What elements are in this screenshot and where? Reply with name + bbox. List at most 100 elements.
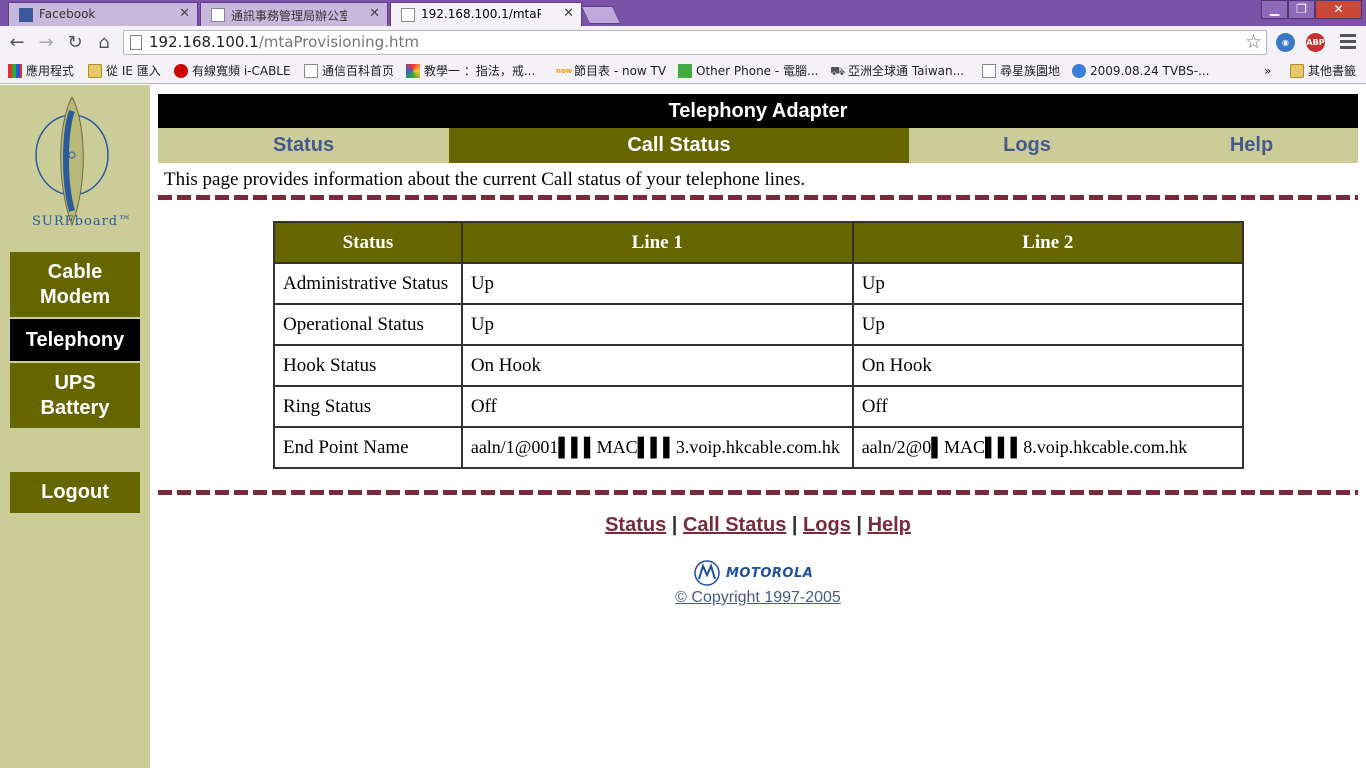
colorful-icon xyxy=(406,64,420,78)
bookmark-tongxin[interactable]: 通信百科首页 xyxy=(304,63,394,79)
sidebar-item-label: Telephony xyxy=(25,328,125,351)
column-header: Line 2 xyxy=(851,221,1245,264)
browser-tab-mta[interactable]: 192.168.100.1/mtaProvisioning.htm ✕ xyxy=(390,2,582,27)
line2-value: On Hook xyxy=(851,344,1245,387)
maximize-icon[interactable]: ❐ xyxy=(1288,0,1315,19)
bookmark-other-folder[interactable]: 其他書籤 xyxy=(1290,63,1356,79)
bookmark-asia[interactable]: ⛟ 亞洲全球通 Taiwan... xyxy=(830,63,964,79)
line2-value: Up xyxy=(851,303,1245,346)
page-icon xyxy=(982,64,996,78)
line2-value: Up xyxy=(851,262,1245,305)
line1-value: aaln/1@001▌▌▌MAC▌▌▌3.voip.hkcable.com.hk xyxy=(460,426,854,469)
bookmark-lesson[interactable]: 教學一 ：指法，戒... xyxy=(406,63,535,79)
browser-tabstrip: Facebook ✕ 通訊事務管理局辦公室寬頻... ✕ 192.168.100… xyxy=(0,0,1366,27)
row-label: Ring Status xyxy=(273,385,463,428)
table-row: Hook Status On Hook On Hook xyxy=(273,344,1245,387)
table-row: Administrative Status Up Up xyxy=(273,262,1245,305)
adblock-plus-icon[interactable]: ABP xyxy=(1306,33,1325,52)
bookmark-stars[interactable]: 尋星族園地 xyxy=(982,63,1060,79)
tab-title: Facebook xyxy=(39,7,96,21)
bookmark-star-icon[interactable]: ☆ xyxy=(1245,31,1262,53)
bookmarks-overflow-chevron[interactable]: » xyxy=(1250,63,1271,79)
page-icon xyxy=(130,35,142,50)
sidebar-item-label: Cable Modem xyxy=(40,260,110,308)
motorola-logo-icon xyxy=(694,560,720,586)
row-label: Administrative Status xyxy=(273,262,463,305)
footer-separator: | xyxy=(856,514,862,536)
url-text[interactable]: 192.168.100.1/mtaProvisioning.htm xyxy=(149,33,419,52)
reload-icon[interactable]: ↻ xyxy=(64,32,86,54)
home-icon[interactable]: ⌂ xyxy=(93,32,115,54)
table-header-row: Status Line 1 Line 2 xyxy=(273,221,1245,264)
icable-icon xyxy=(174,64,188,78)
surfboard-wordmark: SURFboard™ xyxy=(32,214,133,229)
bookmark-icable[interactable]: 有線寬頻 i-CABLE xyxy=(174,63,291,79)
tab-call-status[interactable]: Call Status xyxy=(449,128,909,163)
minimize-icon[interactable]: ▁ xyxy=(1261,0,1288,19)
line2-value: Off xyxy=(851,385,1245,428)
table-row: Ring Status Off Off xyxy=(273,385,1245,428)
footer-link-call-status[interactable]: Call Status xyxy=(683,514,786,536)
tab-logs[interactable]: Logs xyxy=(909,128,1145,163)
close-tab-icon[interactable]: ✕ xyxy=(179,6,190,21)
logout-button[interactable]: Logout xyxy=(10,472,140,513)
footer-link-status[interactable]: Status xyxy=(605,514,666,536)
folder-icon xyxy=(1290,64,1304,78)
close-tab-icon[interactable]: ✕ xyxy=(369,6,380,21)
sidebar-cable-modem-button[interactable]: Cable Modem xyxy=(10,252,140,317)
line1-value: Off xyxy=(460,385,854,428)
cart-icon: ⛟ xyxy=(830,64,846,78)
back-icon[interactable]: ← xyxy=(6,32,28,54)
sidebar-ups-battery-button[interactable]: UPS Battery xyxy=(10,363,140,428)
table-row: Operational Status Up Up xyxy=(273,303,1245,346)
footer-separator: | xyxy=(791,514,798,536)
apps-grid-icon xyxy=(8,64,22,78)
browser-tab-ofca[interactable]: 通訊事務管理局辦公室寬頻... ✕ xyxy=(200,2,388,26)
bookmark-nowtv[interactable]: now 節目表 - now TV xyxy=(556,63,666,79)
tab-status[interactable]: Status xyxy=(158,128,449,163)
folder-icon xyxy=(88,64,102,78)
address-bar[interactable]: 192.168.100.1/mtaProvisioning.htm ☆ xyxy=(123,30,1267,55)
intro-text: This page provides information about the… xyxy=(164,169,806,190)
footer-separator: | xyxy=(671,514,678,536)
bookmark-ie-folder[interactable]: 從 IE 匯入 xyxy=(88,63,161,79)
divider xyxy=(158,195,1358,200)
footer-nav: Status | Call Status | Logs | Help xyxy=(158,514,1358,537)
sidebar-item-label: UPS Battery xyxy=(40,371,110,419)
footer-link-help[interactable]: Help xyxy=(868,514,911,536)
bookmark-other-phone[interactable]: Other Phone - 電腦... xyxy=(678,63,818,79)
line1-value: Up xyxy=(460,303,854,346)
tab-title: 通訊事務管理局辦公室寬頻... xyxy=(231,9,347,23)
bookmark-apps[interactable]: 應用程式 xyxy=(8,63,74,79)
green-icon xyxy=(678,64,692,78)
nowtv-icon: now xyxy=(556,67,573,75)
page-icon xyxy=(401,8,415,22)
tab-help[interactable]: Help xyxy=(1145,128,1358,163)
footer-link-logs[interactable]: Logs xyxy=(803,514,851,536)
bookmarks-bar: 應用程式 從 IE 匯入 有線寬頻 i-CABLE 通信百科首页 教學一 ：指法… xyxy=(0,60,1366,84)
new-tab-button[interactable] xyxy=(580,6,622,24)
close-window-icon[interactable]: ✕ xyxy=(1315,0,1362,19)
call-status-table: Status Line 1 Line 2 Administrative Stat… xyxy=(273,221,1245,469)
column-header: Line 1 xyxy=(460,221,854,264)
top-tab-bar: Status Call Status Logs Help xyxy=(158,128,1358,163)
line2-value: aaln/2@0▌MAC▌▌▌8.voip.hkcable.com.hk xyxy=(851,426,1245,469)
sidebar: SURFboard™ Cable Modem Telephony UPS Bat… xyxy=(0,85,150,768)
table-row: End Point Name aaln/1@001▌▌▌MAC▌▌▌3.voip… xyxy=(273,426,1245,469)
row-label: Hook Status xyxy=(273,344,463,387)
tab-title: 192.168.100.1/mtaProvisioning.htm xyxy=(421,7,541,21)
motorola-wordmark: MOTOROLA xyxy=(726,566,814,581)
chrome-menu-icon[interactable] xyxy=(1340,34,1356,50)
copyright-link[interactable]: © Copyright 1997-2005 xyxy=(675,589,841,606)
line1-value: On Hook xyxy=(460,344,854,387)
forward-icon[interactable]: → xyxy=(35,32,57,54)
extension-icon[interactable]: ◉ xyxy=(1276,33,1295,52)
sidebar-telephony-button[interactable]: Telephony xyxy=(10,319,140,361)
bookmark-tvbs[interactable]: 2009.08.24 TVBS-... xyxy=(1072,63,1209,79)
close-tab-icon[interactable]: ✕ xyxy=(563,6,574,21)
logout-label: Logout xyxy=(41,481,109,503)
row-label: Operational Status xyxy=(273,303,463,346)
line1-value: Up xyxy=(460,262,854,305)
globe-icon xyxy=(1072,64,1086,78)
browser-tab-facebook[interactable]: Facebook ✕ xyxy=(8,2,198,26)
